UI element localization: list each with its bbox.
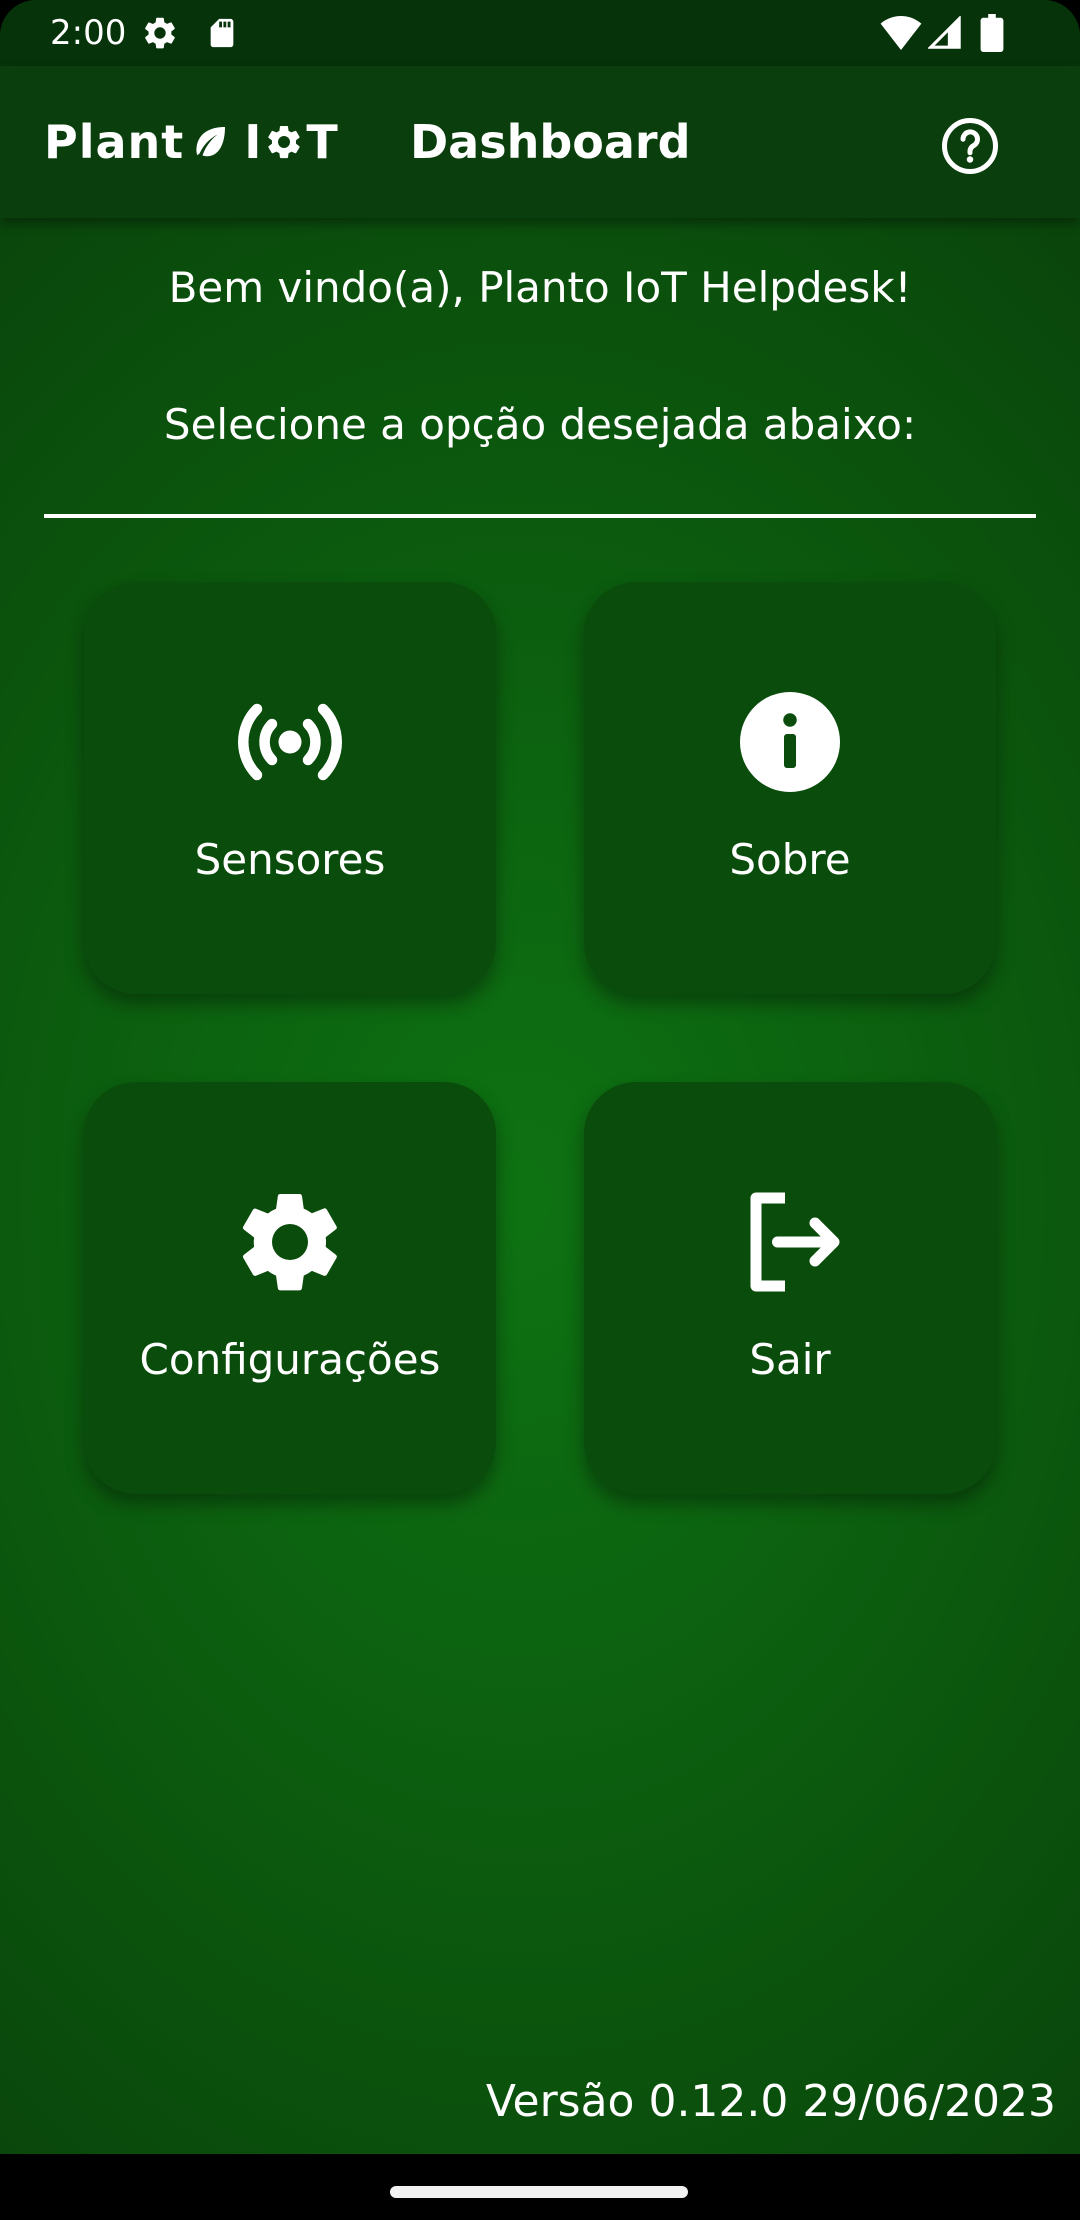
brand-letter-t: T	[306, 115, 339, 169]
menu-label-sair: Sair	[749, 1335, 831, 1384]
menu-label-sensores: Sensores	[194, 835, 386, 884]
page-title: Dashboard	[410, 115, 691, 169]
help-circle-icon[interactable]	[940, 116, 1000, 176]
divider	[44, 514, 1036, 518]
navigation-bar	[0, 2154, 1080, 2220]
home-gesture-handle[interactable]	[390, 2186, 688, 2198]
battery-icon	[980, 14, 1004, 52]
brand-prefix: Plant	[44, 115, 185, 169]
info-icon	[740, 692, 840, 792]
menu-card-sensores[interactable]: Sensores	[84, 582, 496, 994]
brand-logo: Plant I T	[44, 114, 339, 170]
settings-icon	[243, 1193, 337, 1291]
menu-label-sobre: Sobre	[729, 835, 851, 884]
wifi-icon	[880, 16, 922, 50]
menu-card-configuracoes[interactable]: Configurações	[84, 1082, 496, 1494]
sd-card-icon	[210, 18, 234, 48]
app-bar: Plant I T Dashboard	[0, 66, 1080, 218]
brand-letter-i: I	[244, 115, 263, 169]
welcome-message: Bem vindo(a), Planto IoT Helpdesk!	[168, 263, 912, 312]
dashboard-screen: 2:00 Plant I T Dashboard Bem vindo(a), P…	[0, 0, 1080, 2220]
menu-card-sair[interactable]: Sair	[584, 1082, 996, 1494]
status-bar: 2:00	[0, 0, 1080, 66]
settings-gear-icon	[145, 17, 175, 49]
leaf-icon	[196, 127, 226, 157]
signal-icon	[928, 16, 961, 49]
instruction-text: Selecione a opção desejada abaixo:	[163, 400, 917, 449]
menu-card-sobre[interactable]: Sobre	[584, 582, 996, 994]
menu-label-configuracoes: Configurações	[139, 1335, 441, 1384]
status-time: 2:00	[50, 13, 127, 53]
version-text: Versão 0.12.0 29/06/2023	[485, 2076, 1056, 2127]
sensor-broadcast-icon	[238, 703, 342, 781]
gear-icon	[268, 125, 300, 159]
logout-icon	[750, 1192, 840, 1292]
